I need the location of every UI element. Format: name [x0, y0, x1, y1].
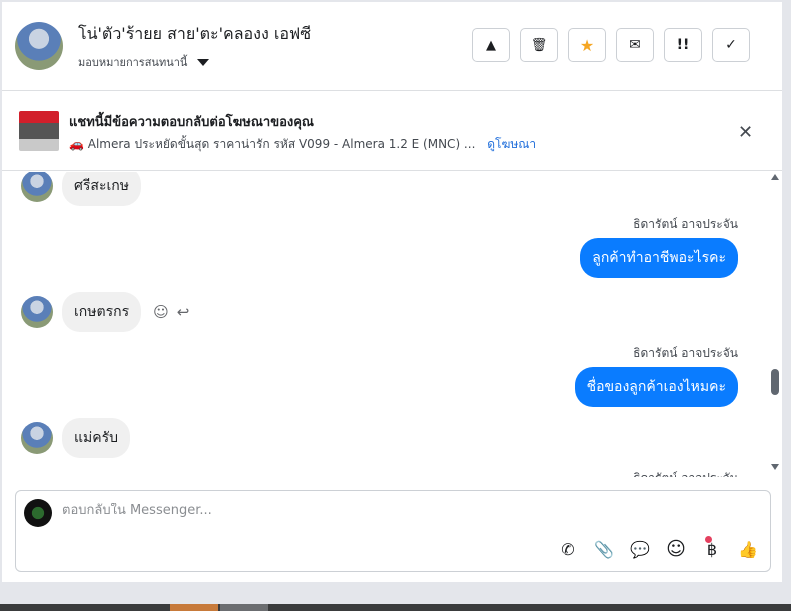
contact-avatar[interactable] — [15, 22, 63, 70]
caret-down-icon — [197, 58, 210, 66]
reply-input[interactable] — [62, 503, 662, 518]
assign-label: มอบหมายการสนทนานี้ — [78, 56, 188, 69]
taskbar-item[interactable] — [220, 604, 268, 611]
scroll-down-arrow-icon[interactable] — [771, 464, 779, 470]
report-button[interactable]: ▲ — [472, 28, 510, 62]
avatar — [21, 172, 53, 202]
ad-banner-title: แชทนี้มีข้อความตอบกลับต่อโฆษณาของคุณ — [69, 115, 314, 130]
scrollbar-thumb[interactable] — [771, 369, 779, 395]
follow-up-button[interactable]: !! — [664, 28, 702, 62]
reply-icon[interactable]: ↩ — [177, 303, 190, 321]
paperclip-icon[interactable]: 📎 — [592, 537, 616, 561]
conversation-header: โน่'ตัว'ร้ายย สาย'ตะ'คลองง เอฟซี มอบหมาย… — [2, 2, 782, 91]
sender-name: ธิดารัตน์ อาจประจัน — [633, 346, 738, 360]
ad-thumbnail[interactable] — [19, 111, 59, 151]
message-composer: ✆ 📎 💬 ☺ ฿ 👍 — [15, 490, 771, 572]
envelope-icon: ✉ — [629, 37, 641, 53]
incoming-message-row: เกษตรกร ☺ ↩ — [21, 292, 189, 332]
messenger-conversation-panel: โน่'ตัว'ร้ายย สาย'ตะ'คลองง เอฟซี มอบหมาย… — [2, 2, 782, 582]
checkmark-icon: ✓ — [725, 37, 737, 53]
incoming-message-bubble[interactable]: เกษตรกร — [62, 292, 142, 332]
trash-icon: 🗑 — [530, 37, 548, 53]
star-button[interactable]: ★ — [568, 28, 606, 62]
view-ad-link[interactable]: ดูโฆษณา — [487, 137, 536, 151]
assign-conversation-dropdown[interactable]: มอบหมายการสนทนานี้ — [78, 53, 210, 71]
ad-reply-banner: แชทนี้มีข้อความตอบกลับต่อโฆษณาของคุณ 🚗 A… — [2, 91, 782, 171]
chat-bubble-icon[interactable]: 💬 — [628, 537, 652, 561]
scroll-up-arrow-icon[interactable] — [771, 174, 779, 180]
outgoing-message-bubble[interactable]: ชื่อของลูกค้าเองไหมคะ — [574, 367, 738, 407]
sender-name: ธิดารัตน์ อาจประจัน — [633, 217, 738, 231]
close-icon[interactable]: ✕ — [738, 122, 753, 143]
outgoing-message-bubble[interactable]: ลูกค้าทำอาชีพอะไรคะ — [580, 238, 738, 278]
emoji-react-icon[interactable]: ☺ — [153, 303, 169, 321]
baht-icon[interactable]: ฿ — [700, 537, 724, 561]
avatar — [21, 422, 53, 454]
sender-name: ธิดารัตน์ อาจประจัน — [633, 469, 738, 477]
message-thread[interactable]: ศรีสะเกษ ธิดารัตน์ อาจประจัน ลูกค้าทำอาช… — [2, 172, 772, 477]
incoming-message-bubble[interactable]: แม่ครับ — [62, 418, 131, 458]
phone-add-icon[interactable]: ✆ — [556, 537, 580, 561]
taskbar-strip — [0, 604, 791, 611]
warning-icon: ▲ — [486, 37, 496, 53]
mark-unread-button[interactable]: ✉ — [616, 28, 654, 62]
incoming-message-row: แม่ครับ — [21, 418, 131, 458]
star-icon: ★ — [579, 35, 595, 55]
contact-name[interactable]: โน่'ตัว'ร้ายย สาย'ตะ'คลองง เอฟซี — [78, 22, 311, 47]
emoji-icon[interactable]: ☺ — [664, 537, 688, 561]
incoming-message-bubble[interactable]: ศรีสะเกษ — [62, 172, 141, 206]
incoming-message-row: ศรีสะเกษ — [21, 172, 141, 206]
notification-dot — [705, 536, 712, 543]
avatar — [21, 296, 53, 328]
ad-description: 🚗 Almera ประหยัดขั้นสุด ราคาน่ารัก รหัส … — [69, 135, 536, 154]
taskbar-item[interactable] — [170, 604, 218, 611]
follow-up-icon: !! — [676, 37, 690, 53]
mark-done-button[interactable]: ✓ — [712, 28, 750, 62]
page-avatar — [24, 499, 52, 527]
ad-description-text: 🚗 Almera ประหยัดขั้นสุด ราคาน่ารัก รหัส … — [69, 137, 476, 151]
delete-button[interactable]: 🗑 — [520, 28, 558, 62]
thumbs-up-icon[interactable]: 👍 — [736, 537, 760, 561]
